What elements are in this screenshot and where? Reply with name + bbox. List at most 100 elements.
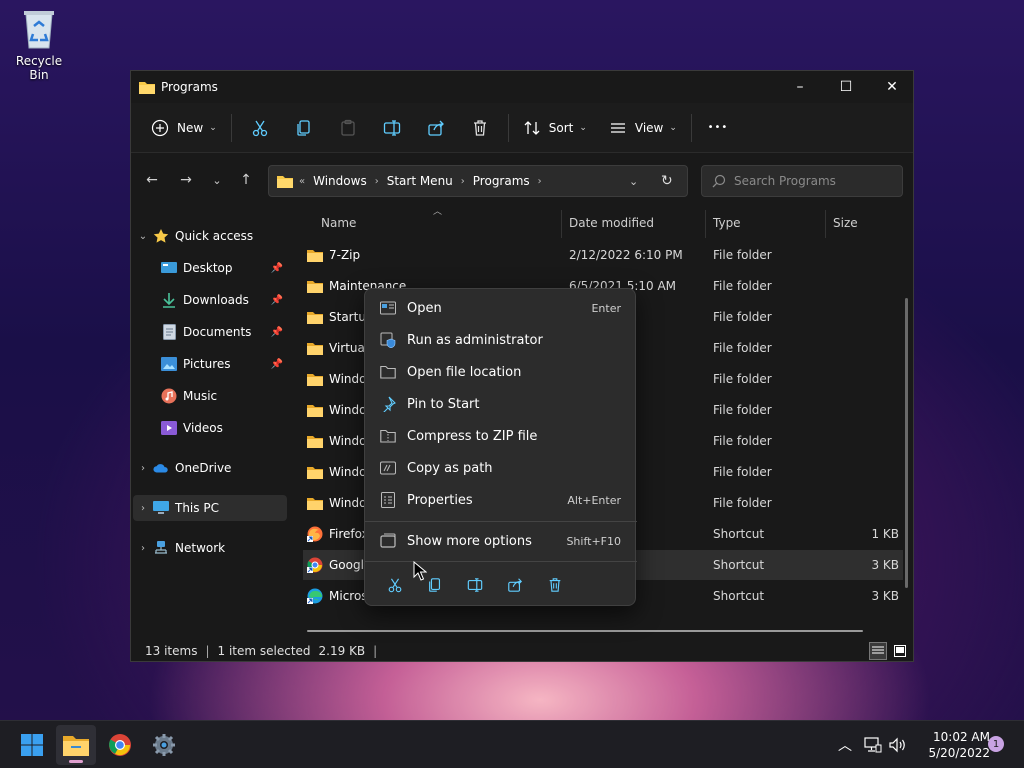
chevron-right-icon[interactable]: ›: [375, 176, 379, 187]
chevron-right-icon[interactable]: ›: [538, 176, 542, 187]
start-button[interactable]: [12, 725, 52, 765]
overflow-crumb[interactable]: «: [299, 176, 305, 187]
sidebar-item-onedrive[interactable]: › OneDrive: [133, 455, 287, 481]
menu-item-label: Open file location: [407, 364, 522, 380]
horizontal-scrollbar[interactable]: [307, 630, 863, 632]
chevron-right-icon[interactable]: ›: [133, 543, 153, 554]
menu-rename-button[interactable]: [455, 570, 495, 600]
menu-item-properties[interactable]: Properties Alt+Enter: [369, 485, 633, 515]
address-dropdown-icon[interactable]: ⌄: [629, 175, 638, 188]
title-bar[interactable]: Programs – ☐ ✕: [131, 71, 913, 103]
column-divider[interactable]: [705, 210, 706, 238]
menu-item-compress-to-zip-file[interactable]: Compress to ZIP file: [369, 421, 633, 451]
table-row[interactable]: 7-Zip 2/12/2022 6:10 PM File folder: [303, 240, 903, 270]
clock-time: 10:02 AM: [933, 730, 990, 744]
network-status-button[interactable]: [864, 721, 882, 768]
share-button[interactable]: [414, 110, 458, 146]
taskbar-file-explorer[interactable]: [56, 725, 96, 765]
pin-icon[interactable]: 📌: [271, 359, 283, 370]
column-header-type[interactable]: Type: [713, 208, 741, 238]
chevron-down-icon: ⌄: [669, 122, 677, 133]
sidebar-item-quick-access[interactable]: ⌄ Quick access: [133, 223, 287, 249]
notification-badge[interactable]: 1: [988, 736, 1004, 752]
file-name-cell: Windo: [307, 364, 367, 394]
chevron-right-icon[interactable]: ›: [133, 463, 153, 474]
volume-button[interactable]: [889, 721, 907, 768]
pin-icon[interactable]: 📌: [271, 327, 283, 338]
sidebar-item-music[interactable]: Music: [133, 383, 287, 409]
chevron-right-icon[interactable]: ›: [461, 176, 465, 187]
menu-item-copy-as-path[interactable]: Copy as path: [369, 453, 633, 483]
menu-item-label: Pin to Start: [407, 396, 480, 412]
column-divider[interactable]: [825, 210, 826, 238]
file-name: Windo: [329, 372, 367, 386]
chevron-down-icon[interactable]: ⌄: [133, 231, 153, 242]
sidebar-label: Network: [175, 541, 226, 555]
sidebar-item-desktop[interactable]: Desktop 📌: [133, 255, 287, 281]
recent-locations-button[interactable]: ⌄: [204, 167, 230, 193]
forward-button[interactable]: →: [173, 167, 199, 193]
view-button[interactable]: View ⌄: [601, 110, 685, 146]
menu-item-run-as-administrator[interactable]: Run as administrator: [369, 325, 633, 355]
large-icons-view-button[interactable]: [891, 642, 909, 660]
pin-icon[interactable]: 📌: [271, 263, 283, 274]
folder-icon: [307, 280, 329, 293]
menu-item-label: Compress to ZIP file: [407, 428, 538, 444]
column-divider[interactable]: [561, 210, 562, 238]
minimize-button[interactable]: –: [777, 71, 823, 103]
breadcrumb-windows[interactable]: Windows: [313, 174, 367, 188]
column-header-size[interactable]: Size: [833, 208, 858, 238]
maximize-button[interactable]: ☐: [823, 71, 869, 103]
menu-item-pin-to-start[interactable]: Pin to Start: [369, 389, 633, 419]
pin-icon[interactable]: 📌: [271, 295, 283, 306]
taskbar-settings[interactable]: [144, 725, 184, 765]
sidebar-item-this-pc[interactable]: › This PC: [133, 495, 287, 521]
chevron-right-icon[interactable]: ›: [133, 503, 153, 514]
sort-button[interactable]: Sort ⌄: [515, 110, 595, 146]
show-hidden-icons-button[interactable]: ︿: [838, 721, 852, 768]
type-cell: File folder: [713, 341, 772, 355]
clock-button[interactable]: 10:02 AM 5/20/2022: [912, 729, 990, 761]
search-input[interactable]: [734, 174, 894, 188]
taskbar-chrome[interactable]: [100, 725, 140, 765]
column-header-date[interactable]: Date modified: [569, 208, 654, 238]
close-button[interactable]: ✕: [869, 71, 915, 103]
menu-item-open[interactable]: Open Enter: [369, 293, 633, 323]
up-button[interactable]: ↑: [233, 167, 259, 193]
size-cell: [833, 488, 899, 518]
recycle-bin-shortcut[interactable]: Recycle Bin: [6, 8, 72, 82]
type-cell: File folder: [713, 434, 772, 448]
sidebar-item-videos[interactable]: Videos: [133, 415, 287, 441]
vertical-scrollbar[interactable]: [905, 298, 908, 588]
see-more-button[interactable]: •••: [698, 110, 738, 146]
menu-share-button[interactable]: [495, 570, 535, 600]
menu-delete-button[interactable]: [535, 570, 575, 600]
menu-item-show-more-options[interactable]: Show more options Shift+F10: [369, 526, 633, 556]
back-button[interactable]: ←: [139, 167, 165, 193]
rename-button[interactable]: [370, 110, 414, 146]
breadcrumb-start-menu[interactable]: Start Menu: [387, 174, 453, 188]
search-box[interactable]: [701, 165, 903, 197]
menu-cut-button[interactable]: [375, 570, 415, 600]
paste-button[interactable]: [326, 110, 370, 146]
menu-item-label: Open: [407, 300, 442, 316]
column-header-name[interactable]: Name: [321, 208, 356, 238]
item-count: 13 items: [145, 644, 198, 658]
sidebar-item-downloads[interactable]: Downloads 📌: [133, 287, 287, 313]
sidebar-item-documents[interactable]: Documents 📌: [133, 319, 287, 345]
sidebar-item-pictures[interactable]: Pictures 📌: [133, 351, 287, 377]
navigation-row: ← → ⌄ ↑ « Windows › Start Menu › Program…: [131, 153, 913, 207]
picture-icon: [161, 356, 177, 372]
menu-item-open-file-location[interactable]: Open file location: [369, 357, 633, 387]
delete-button[interactable]: [458, 110, 502, 146]
refresh-icon[interactable]: ↻: [661, 173, 673, 189]
new-button[interactable]: New ⌄: [143, 110, 225, 146]
breadcrumb-programs[interactable]: Programs: [473, 174, 530, 188]
details-view-button[interactable]: [869, 642, 887, 660]
file-name: 7-Zip: [329, 248, 361, 262]
sidebar-item-network[interactable]: › Network: [133, 535, 287, 561]
address-bar[interactable]: « Windows › Start Menu › Programs › ⌄ ↻: [268, 165, 688, 197]
copy-button[interactable]: [282, 110, 326, 146]
file-name: Micros: [329, 589, 368, 603]
cut-button[interactable]: [238, 110, 282, 146]
